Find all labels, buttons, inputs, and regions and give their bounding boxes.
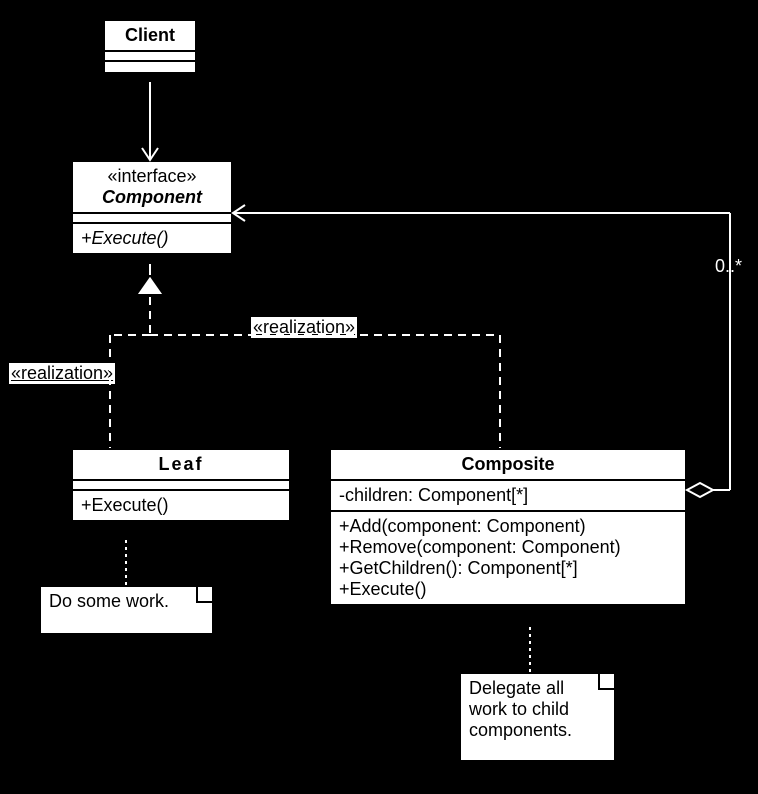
composite-children-attr: -children: Component[*]: [339, 485, 677, 506]
component-title: «interface» Component: [73, 162, 231, 214]
label-realization-left: «realization»: [9, 363, 115, 384]
note-fold-icon: [196, 587, 212, 603]
composite-execute: +Execute(): [339, 579, 677, 600]
note-composite-l2: work to child: [469, 699, 606, 720]
client-title: Client: [105, 21, 195, 52]
component-stereotype: «interface»: [107, 166, 196, 186]
note-composite-l1: Delegate all: [469, 678, 606, 699]
client-operations: [105, 62, 195, 72]
composite-title: Composite: [331, 450, 685, 481]
uml-class-leaf: Leaf +Execute(): [71, 448, 291, 522]
component-operations: +Execute(): [73, 224, 231, 253]
leaf-title: Leaf: [73, 450, 289, 481]
note-composite-l3: components.: [469, 720, 606, 741]
connectors: [0, 0, 758, 794]
leaf-operations: +Execute(): [73, 491, 289, 520]
label-realization-right: «realization»: [251, 317, 357, 338]
note-composite: Delegate all work to child components.: [459, 672, 616, 762]
uml-class-composite: Composite -children: Component[*] +Add(c…: [329, 448, 687, 606]
component-attributes: [73, 214, 231, 224]
note-leaf: Do some work.: [39, 585, 214, 635]
note-fold-icon: [598, 674, 614, 690]
client-attributes: [105, 52, 195, 62]
composite-add: +Add(component: Component): [339, 516, 677, 537]
note-leaf-text: Do some work.: [49, 591, 169, 611]
composite-operations: +Add(component: Component) +Remove(compo…: [331, 512, 685, 604]
composite-getchildren: +GetChildren(): Component[*]: [339, 558, 677, 579]
label-multiplicity: 0..*: [713, 256, 744, 277]
composite-remove: +Remove(component: Component): [339, 537, 677, 558]
component-name: Component: [102, 187, 202, 207]
uml-class-client: Client: [103, 19, 197, 74]
leaf-attributes: [73, 481, 289, 491]
component-execute: +Execute(): [81, 228, 223, 249]
leaf-execute: +Execute(): [81, 495, 281, 516]
composite-attributes: -children: Component[*]: [331, 481, 685, 512]
uml-class-component: «interface» Component +Execute(): [71, 160, 233, 255]
